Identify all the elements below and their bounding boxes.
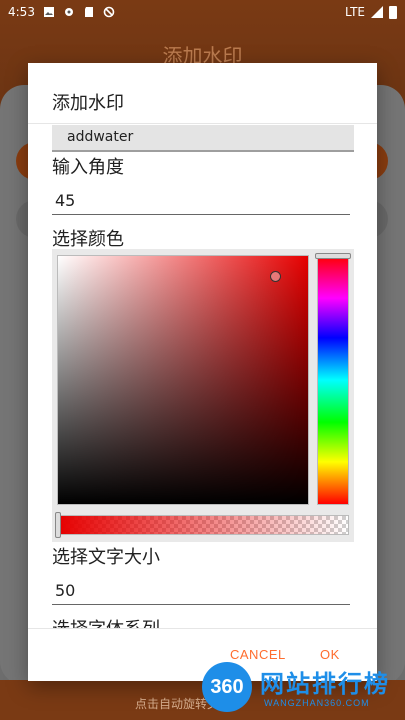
battery-icon [389,5,397,19]
dialog-content[interactable]: addwater 输入角度 45 选择颜色 选择文字大小 50 选择字体系列 [28,123,377,629]
settings-gear-icon [64,8,73,16]
hue-slider-handle[interactable] [315,253,351,259]
network-label: LTE [345,5,365,19]
add-watermark-dialog: 添加水印 addwater 输入角度 45 选择颜色 选择文字大小 50 选择字… [28,63,377,681]
angle-input[interactable]: 45 [52,191,350,215]
watermark-url: WANGZHAN360.COM [264,698,370,708]
clock: 4:53 [8,5,35,19]
color-picker [52,249,354,542]
alpha-slider-handle[interactable] [55,512,61,538]
alpha-slider[interactable] [57,515,349,535]
saturation-value-panel[interactable] [57,255,309,505]
no-disturb-icon [103,6,115,18]
dialog-title: 添加水印 [52,93,124,114]
angle-label: 输入角度 [52,157,124,178]
watermark-text-input[interactable]: addwater [52,125,354,152]
site-watermark: 360 网站排行榜 WANGZHAN360.COM [198,660,405,718]
image-icon [43,7,54,17]
hue-slider[interactable] [317,255,349,505]
signal-icon [371,6,383,18]
watermark-logo: 360 [202,662,252,712]
font-family-label: 选择字体系列 [52,615,160,629]
watermark-brand: 网站排行榜 [260,670,390,698]
color-selector-knob[interactable] [270,271,281,282]
text-size-label: 选择文字大小 [52,547,160,568]
color-label: 选择颜色 [52,229,124,250]
text-size-input[interactable]: 50 [52,581,350,605]
sd-card-icon [84,7,93,17]
status-bar: 4:53 LTE [0,0,405,24]
